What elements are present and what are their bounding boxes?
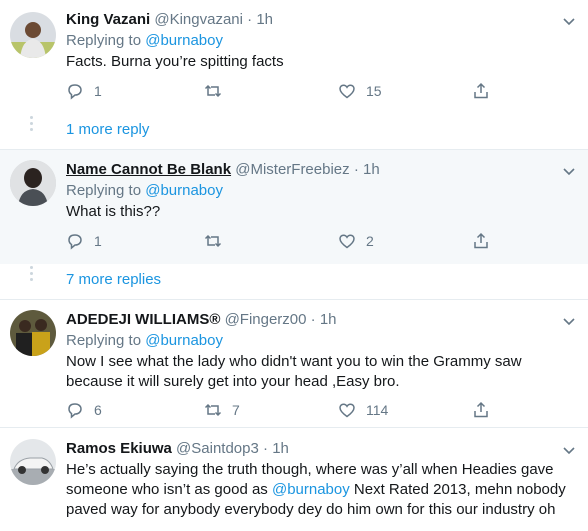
tweet-time[interactable]: 1h (320, 311, 337, 328)
more-replies-link[interactable]: 1 more reply (66, 120, 149, 140)
chevron-down-icon[interactable] (560, 12, 578, 30)
tweet-text-line: because it will surely get into your hea… (66, 373, 400, 390)
replying-label: Replying to (66, 332, 142, 349)
chevron-down-icon[interactable] (560, 162, 578, 180)
reply-button[interactable]: 1 (66, 230, 102, 252)
tweet-text: Facts. Burna you’re spitting facts (66, 53, 284, 70)
tweet-text-line: Now I see what the lady who didn't want … (66, 353, 522, 370)
separator-dot: · (353, 161, 359, 178)
tweet-text-segment: someone who isn’t as good as (66, 481, 272, 498)
thread-dots (30, 266, 34, 284)
tweet-text-segment: Next Rated 2013, mehn nobody (349, 481, 566, 498)
more-replies-link[interactable]: 7 more replies (66, 270, 161, 290)
tweet-actions: 1 2 (66, 230, 496, 252)
retweet-button[interactable] (204, 80, 232, 102)
reply-icon (68, 234, 82, 250)
tweet-actions: 6 7 114 (66, 399, 496, 421)
replying-to: Replying to @burnaboy (66, 331, 580, 351)
replying-to: Replying to @burnaboy (66, 181, 580, 201)
tweet-time[interactable]: 1h (363, 161, 380, 178)
author-name[interactable]: ADEDEJI WILLIAMS® (66, 311, 220, 328)
chevron-down-icon[interactable] (560, 312, 578, 330)
share-icon (474, 401, 488, 418)
tweet-text-line: paved way for anybody everybody dey do h… (66, 501, 556, 518)
mention-link[interactable]: @burnaboy (145, 32, 223, 49)
avatar[interactable] (10, 310, 56, 356)
reply-icon (68, 403, 82, 419)
reply-icon (68, 84, 82, 100)
reply-button[interactable]: 6 (66, 399, 102, 421)
retweet-icon (204, 403, 222, 417)
tweet-text: What is this?? (66, 203, 161, 220)
mention-link[interactable]: @burnaboy (145, 332, 223, 349)
author-name[interactable]: King Vazani (66, 11, 150, 28)
replying-to: Replying to @burnaboy (66, 31, 580, 51)
share-button[interactable] (472, 80, 490, 102)
heart-icon (339, 403, 355, 418)
tweet-king-vazani[interactable]: King Vazani @Kingvazani · 1h Replying to… (0, 0, 588, 108)
share-icon (474, 82, 488, 99)
avatar[interactable] (10, 439, 56, 485)
share-button[interactable] (472, 230, 490, 252)
tweet-actions: 1 15 (66, 80, 496, 102)
replying-label: Replying to (66, 182, 142, 199)
tweet-header: Ramos Ekiuwa @Saintdop3 · 1h (66, 439, 580, 459)
mention-link[interactable]: @burnaboy (272, 481, 350, 498)
retweet-count: 7 (232, 402, 240, 418)
like-button[interactable]: 15 (338, 80, 382, 102)
tweet-time[interactable]: 1h (272, 440, 289, 457)
tweet-header: ADEDEJI WILLIAMS® @Fingerz00 · 1h (66, 310, 580, 330)
heart-icon (339, 84, 355, 99)
reply-count: 1 (94, 233, 102, 249)
tweet-time[interactable]: 1h (256, 11, 273, 28)
retweet-icon (204, 234, 222, 248)
like-button[interactable]: 114 (338, 399, 388, 421)
separator-dot: · (310, 311, 316, 328)
like-count: 2 (366, 233, 374, 249)
tweet-header: Name Cannot Be Blank @MisterFreebiez · 1… (66, 160, 580, 180)
like-count: 114 (366, 402, 389, 418)
reply-count: 6 (94, 402, 102, 418)
like-count: 15 (366, 83, 382, 99)
replying-label: Replying to (66, 32, 142, 49)
author-name[interactable]: Name Cannot Be Blank (66, 161, 231, 178)
tweet-header: King Vazani @Kingvazani · 1h (66, 10, 580, 30)
tweet-text: Now I see what the lady who didn't want … (66, 352, 580, 392)
reply-button[interactable]: 1 (66, 80, 102, 102)
author-handle[interactable]: @Kingvazani (154, 11, 243, 28)
avatar[interactable] (10, 12, 56, 58)
avatar[interactable] (10, 160, 56, 206)
share-button[interactable] (472, 399, 490, 421)
separator-dot: · (247, 11, 253, 28)
heart-icon (339, 234, 355, 249)
separator-dot: · (263, 440, 269, 457)
tweet-text: He’s actually saying the truth though, w… (66, 460, 580, 520)
like-button[interactable]: 2 (338, 230, 374, 252)
chevron-down-icon[interactable] (560, 441, 578, 459)
author-handle[interactable]: @Fingerz00 (225, 311, 307, 328)
author-handle[interactable]: @Saintdop3 (176, 440, 259, 457)
tweet-text-line: someone who isn’t as good as @burnaboy N… (66, 480, 580, 500)
tweet-text-line: He’s actually saying the truth though, w… (66, 461, 554, 478)
author-name[interactable]: Ramos Ekiuwa (66, 440, 172, 457)
share-icon (474, 232, 488, 249)
mention-link[interactable]: @burnaboy (145, 182, 223, 199)
tweet-name-cannot-be-blank[interactable]: Name Cannot Be Blank @MisterFreebiez · 1… (0, 150, 588, 264)
retweet-button[interactable] (204, 230, 232, 252)
tweet-adedeji-williams[interactable]: ADEDEJI WILLIAMS® @Fingerz00 · 1h Replyi… (0, 300, 588, 428)
author-handle[interactable]: @MisterFreebiez (235, 161, 349, 178)
retweet-button[interactable]: 7 (204, 399, 240, 421)
reply-count: 1 (94, 83, 102, 99)
retweet-icon (204, 84, 222, 98)
tweet-ramos-ekiuwa[interactable]: Ramos Ekiuwa @Saintdop3 · 1h He’s actual… (0, 429, 588, 531)
thread-dots (30, 116, 34, 134)
